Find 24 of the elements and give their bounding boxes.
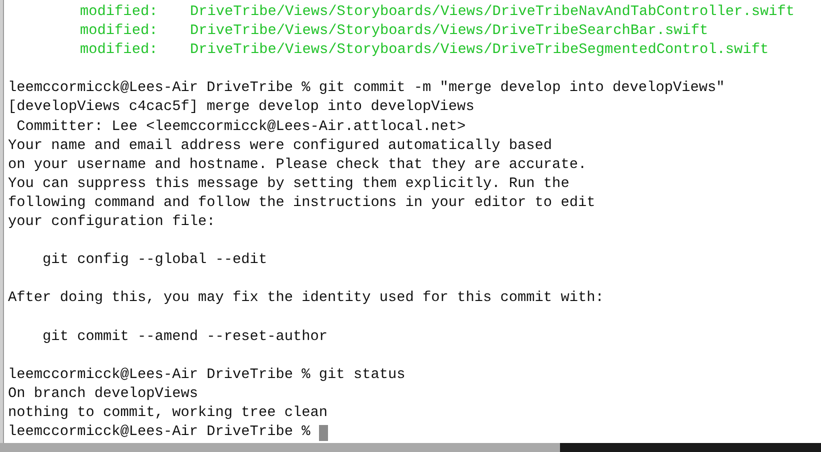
output-text: your configuration file: — [8, 213, 216, 232]
output-text: You can suppress this message by setting them explicitly. Run the — [8, 174, 570, 194]
file-path: DriveTribe/Views/Storyboards/Views/DriveTribeNavAndTabController.swift — [190, 3, 795, 22]
output-text: git config --global --edit — [42, 251, 268, 270]
status-label: modified: — [79, 3, 159, 22]
output-text: [developViews c4cac5f] merge develop into developViews — [8, 98, 474, 118]
shell-prompt: leemccormicck@Lees-Air DriveTribe % — [8, 366, 310, 385]
output-text: on your username and hostname. Please check that they are accurate. — [8, 156, 587, 175]
output-text: After doing this, you may fix the identity used for this commit with: — [8, 289, 604, 308]
output-text: Your name and email address were configured automatically based — [8, 136, 552, 156]
command-text: git commit -m "merge develop into developViews" — [318, 79, 725, 98]
output-text: git commit --amend --reset-author — [42, 328, 328, 347]
output-text: nothing to commit, working tree clean — [8, 404, 328, 423]
output-text: Committer: Lee <leemccormicck@Lees-Air.attlocal.net> — [16, 118, 466, 137]
status-label: modified: — [79, 41, 159, 60]
file-path: DriveTribe/Views/Storyboards/Views/DriveTribeSegmentedControl.swift — [190, 41, 769, 60]
shell-prompt: leemccormicck@Lees-Air DriveTribe % — [8, 79, 310, 98]
command-text: git status — [318, 366, 406, 385]
shell-prompt: leemccormicck@Lees-Air DriveTribe % — [8, 423, 310, 442]
file-path: DriveTribe/Views/Storyboards/Views/DriveTribeSearchBar.swift — [190, 22, 708, 42]
output-text: On branch developViews — [8, 384, 198, 404]
status-label: modified: — [79, 22, 159, 42]
text-cursor — [319, 425, 328, 442]
output-text: following command and follow the instructions in your editor to edit — [8, 194, 596, 213]
